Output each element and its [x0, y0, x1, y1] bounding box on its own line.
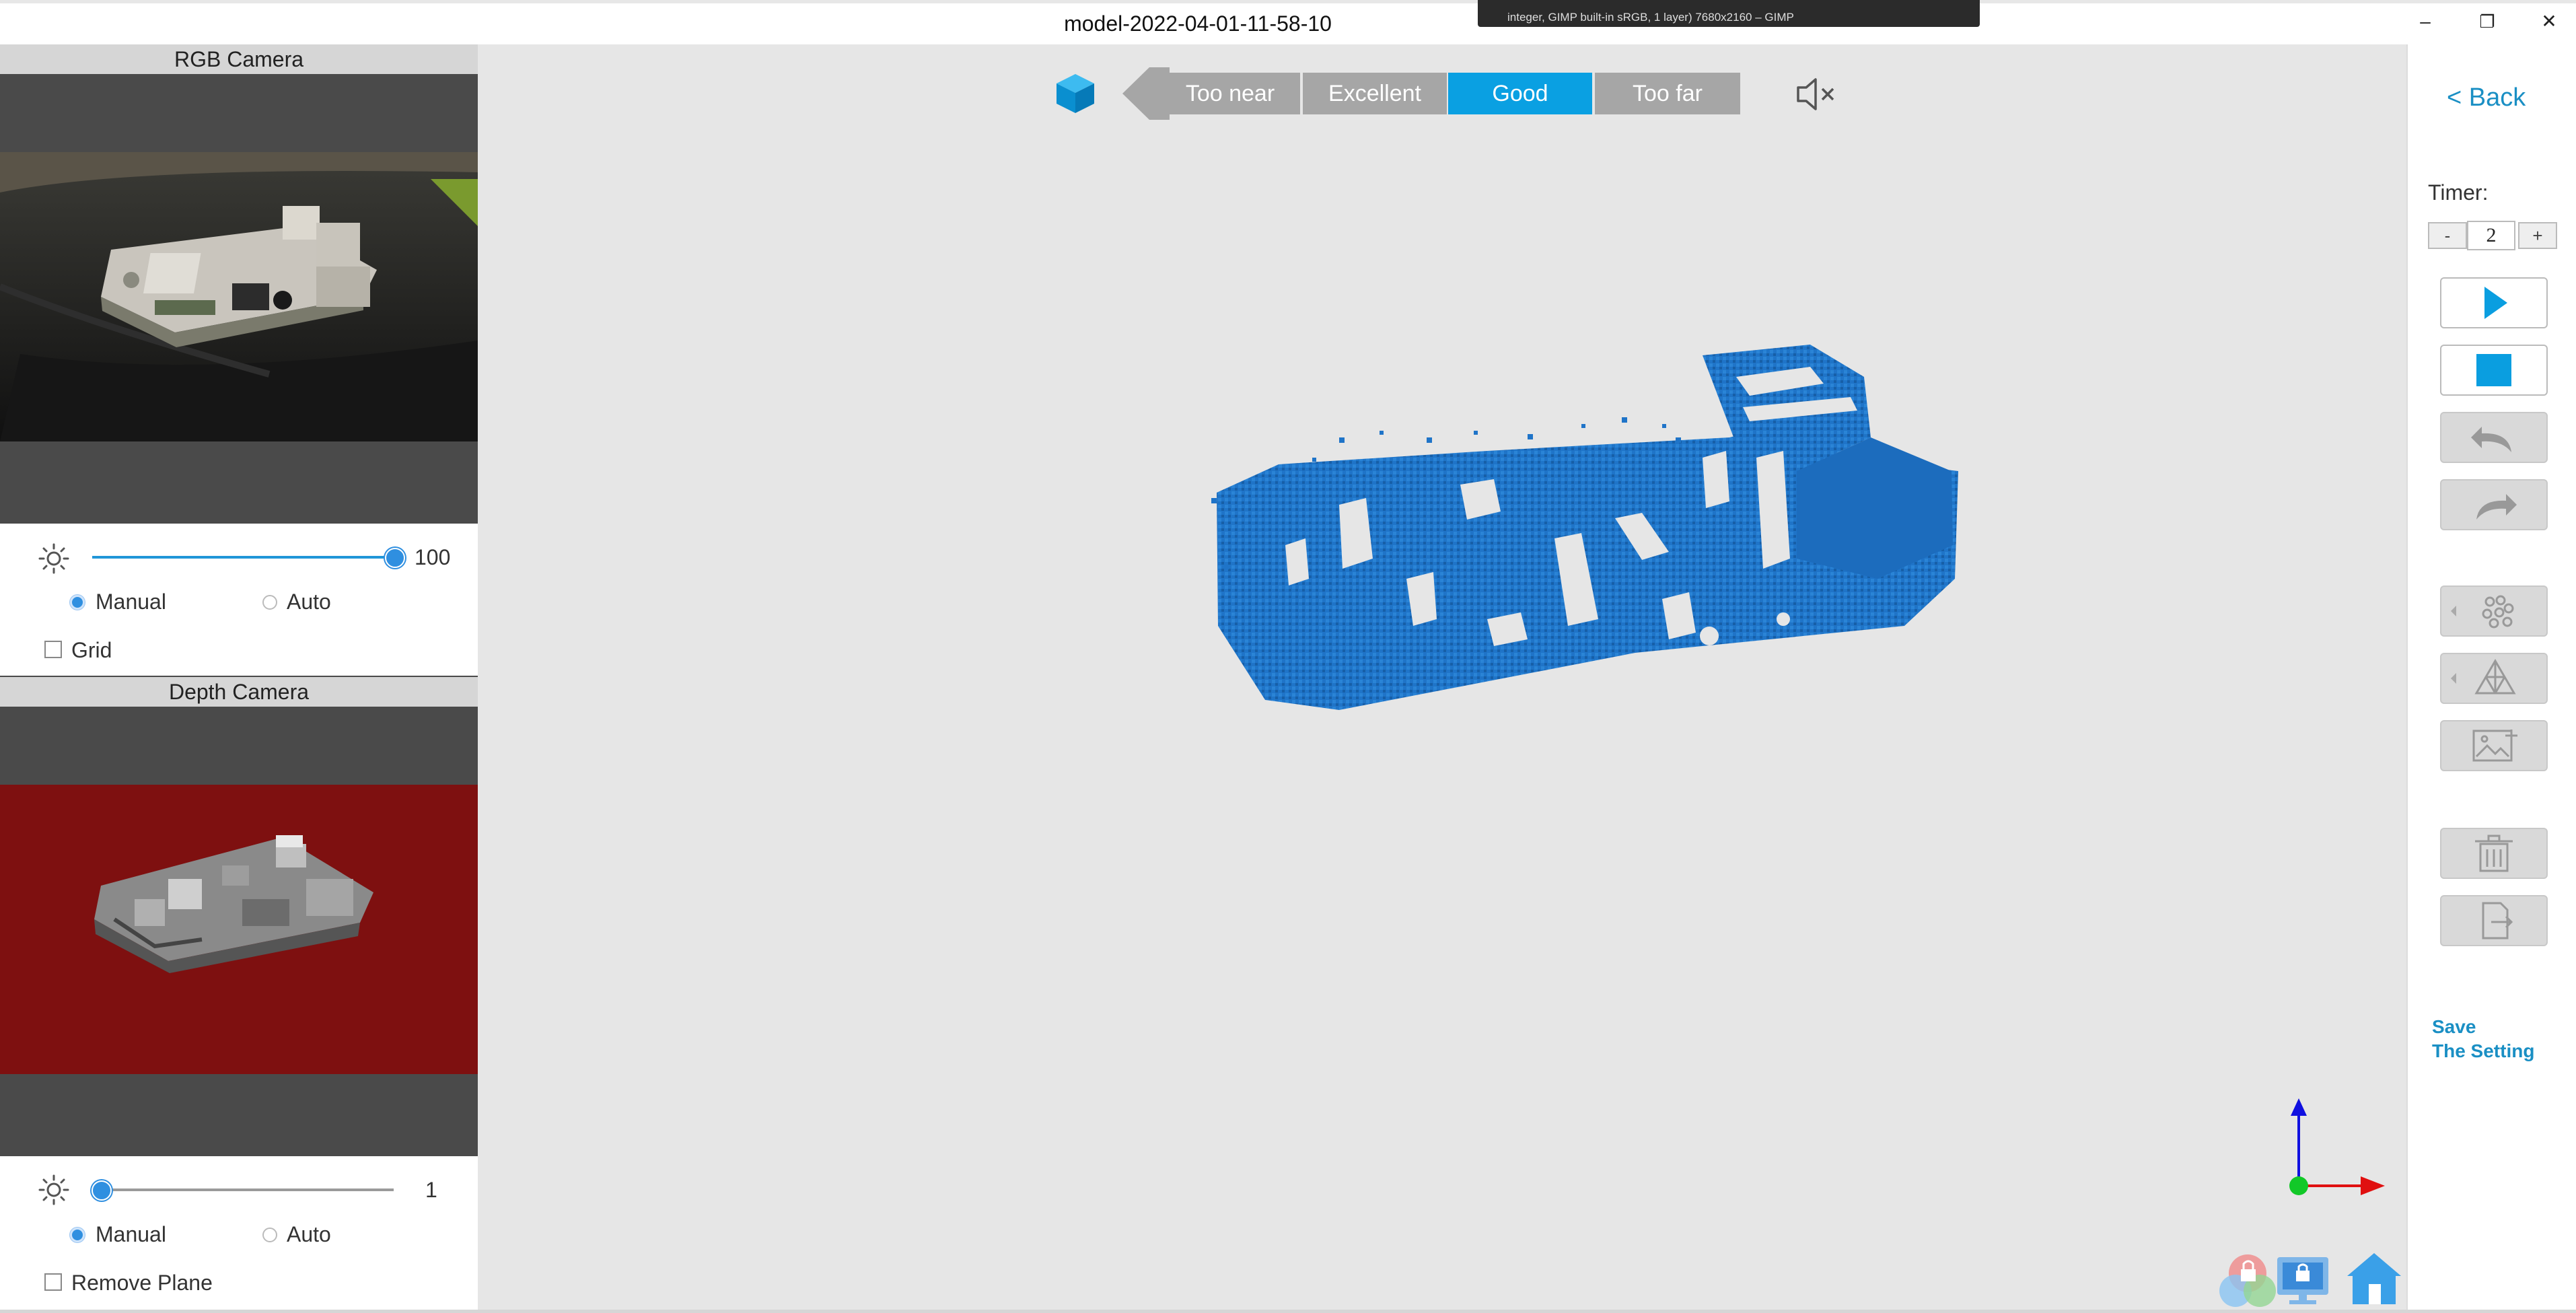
depth-slider-handle[interactable]	[92, 1180, 112, 1201]
rgb-brightness-value: 100	[415, 545, 451, 569]
remove-plane-label: Remove Plane	[71, 1271, 213, 1295]
timer-minus-button[interactable]: -	[2428, 222, 2467, 249]
depth-camera-header: Depth Camera	[0, 677, 478, 707]
sun-icon	[38, 543, 69, 574]
export-button[interactable]	[2440, 895, 2548, 946]
depth-slider[interactable]	[92, 1188, 394, 1191]
remove-plane-checkbox[interactable]	[44, 1273, 62, 1291]
cube-icon[interactable]	[1054, 71, 1097, 116]
segment-excellent: Excellent	[1303, 73, 1447, 114]
depth-preview-image	[0, 785, 478, 1074]
rgb-preview-image	[0, 152, 478, 441]
undo-icon	[2471, 427, 2511, 452]
rgb-brightness-slider[interactable]	[92, 556, 394, 559]
back-button[interactable]: < Back	[2447, 83, 2526, 112]
depth-camera-preview	[0, 785, 478, 1074]
timer-input[interactable]: 2	[2467, 221, 2515, 250]
export-icon	[2482, 902, 2513, 939]
maximize-button[interactable]: ❐	[2472, 7, 2502, 36]
sun-icon	[38, 1174, 69, 1205]
trash-icon	[2475, 835, 2513, 872]
segment-too-near: Too near	[1160, 73, 1300, 114]
redo-button[interactable]	[2440, 479, 2548, 530]
tooltip-text: integer, GIMP built-in sRGB, 1 layer) 76…	[1507, 11, 1794, 24]
undo-button[interactable]	[2440, 412, 2548, 463]
depth-value: 1	[425, 1178, 437, 1202]
stop-icon	[2476, 354, 2511, 386]
mesh-button[interactable]	[2440, 653, 2548, 704]
segment-too-far: Too far	[1595, 73, 1740, 114]
rgb-auto-label: Auto	[287, 590, 331, 614]
timer-label: Timer:	[2428, 180, 2489, 205]
rgb-camera-preview	[0, 152, 478, 441]
depth-manual-radio[interactable]	[70, 1228, 85, 1242]
rgb-camera-header: RGB Camera	[0, 44, 478, 74]
rgb-manual-label: Manual	[96, 590, 166, 614]
point-cluster-button[interactable]	[2440, 585, 2548, 637]
depth-auto-label: Auto	[287, 1222, 331, 1246]
minimize-button[interactable]: –	[2410, 7, 2440, 36]
axes-gizmo-icon	[2289, 1098, 2385, 1195]
depth-auto-radio[interactable]	[262, 1228, 277, 1242]
point-cloud-model	[1211, 345, 1958, 710]
point-cluster-icon	[2451, 595, 2514, 629]
timer-plus-button[interactable]: +	[2518, 222, 2557, 249]
delete-button[interactable]	[2440, 828, 2548, 879]
save-setting-line1: Save	[2432, 1016, 2476, 1037]
speaker-muted-icon[interactable]	[1794, 75, 1837, 113]
redo-icon	[2476, 494, 2517, 520]
texture-button[interactable]	[2440, 720, 2548, 771]
taskbar-tooltip: integer, GIMP built-in sRGB, 1 layer) 76…	[1478, 0, 1980, 27]
depth-manual-label: Manual	[96, 1222, 166, 1246]
image-add-icon	[2472, 730, 2517, 762]
segment-good: Good	[1448, 73, 1592, 114]
stop-button[interactable]	[2440, 345, 2548, 396]
save-setting-link[interactable]: Save The Setting	[2432, 1015, 2534, 1063]
grid-label: Grid	[71, 638, 112, 662]
window-title: model-2022-04-01-11-58-10	[1064, 11, 1332, 36]
rgb-auto-radio[interactable]	[262, 595, 277, 610]
rgb-brightness-slider-handle[interactable]	[385, 548, 405, 568]
mesh-icon	[2451, 659, 2516, 695]
rgb-manual-radio[interactable]	[70, 595, 85, 610]
save-setting-line2: The Setting	[2432, 1040, 2535, 1061]
play-button[interactable]	[2440, 277, 2548, 328]
bottom-border	[0, 1310, 2576, 1313]
title-bar: model-2022-04-01-11-58-10	[0, 0, 2576, 44]
close-button[interactable]: ✕	[2534, 7, 2564, 36]
play-icon	[2484, 287, 2507, 319]
grid-checkbox[interactable]	[44, 641, 62, 658]
lock-circles-icon[interactable]	[2213, 1242, 2401, 1307]
